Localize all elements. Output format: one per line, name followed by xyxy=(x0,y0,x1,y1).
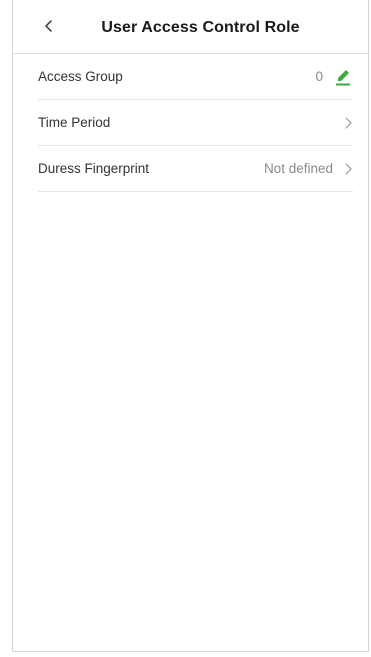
settings-list: Access Group 0 Time Period Duress Finger… xyxy=(13,54,368,192)
header-bar: User Access Control Role xyxy=(13,0,368,54)
duress-fingerprint-right: Not defined xyxy=(264,161,353,176)
duress-fingerprint-label: Duress Fingerprint xyxy=(38,161,150,176)
time-period-right xyxy=(343,116,353,130)
duress-fingerprint-value: Not defined xyxy=(263,161,333,176)
access-control-screen: User Access Control Role Access Group 0 … xyxy=(12,0,369,652)
time-period-row[interactable]: Time Period xyxy=(38,100,353,146)
pencil-edit-icon[interactable] xyxy=(333,67,353,87)
access-group-row[interactable]: Access Group 0 xyxy=(38,54,353,100)
time-period-label: Time Period xyxy=(38,115,111,130)
access-group-value: 0 xyxy=(315,69,323,84)
duress-fingerprint-row[interactable]: Duress Fingerprint Not defined xyxy=(38,146,353,192)
access-group-right: 0 xyxy=(315,67,353,87)
chevron-right-icon xyxy=(345,162,352,175)
page-title: User Access Control Role xyxy=(101,19,300,36)
chevron-right-icon xyxy=(345,116,352,129)
access-group-label: Access Group xyxy=(38,69,123,84)
